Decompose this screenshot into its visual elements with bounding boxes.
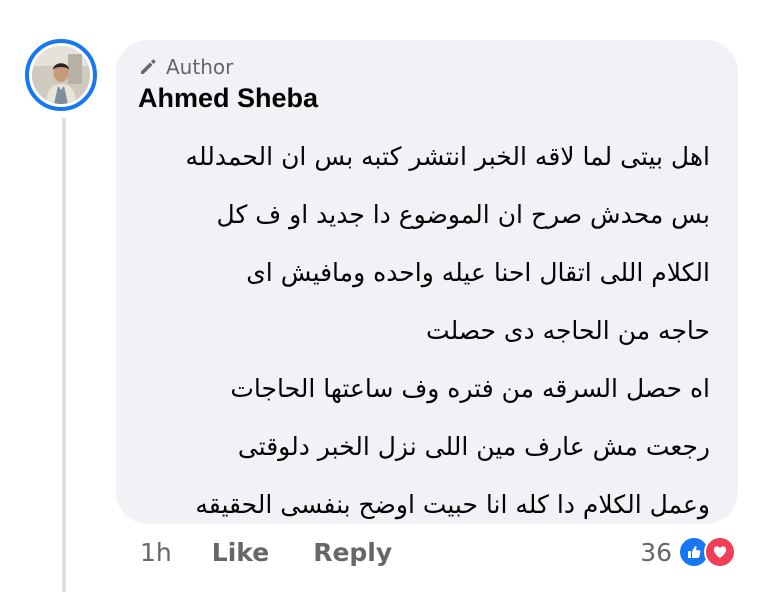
comment-line: وعمل الكلام دا كله انا حبيت اوضح بنفسى ا… xyxy=(195,490,710,519)
comment-bubble: Author Ahmed Sheba اهل بيتى لما لاقه الخ… xyxy=(116,40,738,524)
timestamp[interactable]: 1h xyxy=(140,538,172,567)
author-badge-label: Author xyxy=(166,55,234,79)
comment-line: اه حصل السرقه من فتره وف ساعتها الحاجات xyxy=(230,374,710,403)
comment-actions: 1h Like Reply xyxy=(140,532,392,572)
comment-line: اهل بيتى لما لاقه الخبر انتشر كتبه بس ان… xyxy=(185,142,710,171)
reaction-icons xyxy=(678,536,736,568)
reply-button[interactable]: Reply xyxy=(313,538,392,567)
comment-line: الكلام اللى اتقال احنا عيله واحده ومافيش… xyxy=(246,258,710,287)
reaction-count[interactable]: 36 xyxy=(640,538,672,567)
pencil-icon xyxy=(138,57,158,77)
avatar[interactable] xyxy=(25,39,97,111)
avatar-photo xyxy=(32,46,90,104)
comment-line: بس محدش صرح ان الموضوع دا جديد او ف كل xyxy=(216,200,710,229)
reaction-summary[interactable]: 36 xyxy=(640,532,736,572)
comment-line: حاجه من الحاجه دى حصلت xyxy=(426,316,710,345)
love-icon xyxy=(704,536,736,568)
comment-line: رجعت مش عارف مين اللى نزل الخبر دلوقتى xyxy=(237,432,710,461)
like-button[interactable]: Like xyxy=(212,538,269,567)
thread-line xyxy=(62,118,66,592)
comment-text: اهل بيتى لما لاقه الخبر انتشر كتبه بس ان… xyxy=(135,128,710,534)
author-badge: Author xyxy=(138,54,233,80)
author-name[interactable]: Ahmed Sheba xyxy=(138,83,318,114)
